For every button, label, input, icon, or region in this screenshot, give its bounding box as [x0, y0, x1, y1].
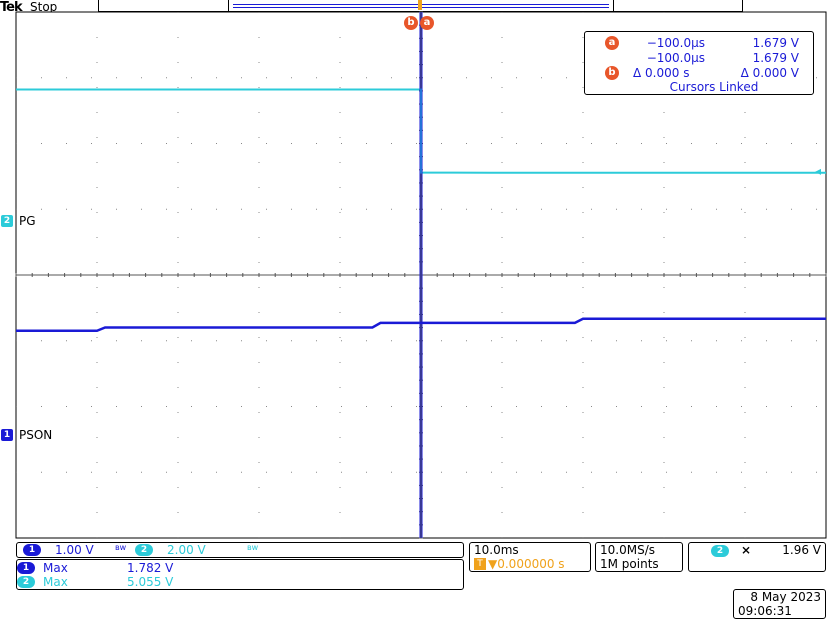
timebase-panel[interactable]: 10.0ms T ▼0.000000 s	[469, 542, 591, 572]
ch1-scale: 1.00 V	[55, 543, 94, 557]
sample-rate: 10.0MS/s	[600, 543, 655, 557]
ch2-scale: 2.00 V	[167, 543, 206, 557]
ch2-measure-label: Max	[43, 575, 68, 589]
trigger-position-icon: T	[474, 558, 486, 570]
trigger-position-value: ▼0.000000 s	[488, 557, 565, 571]
cursor-readout-panel: a −100.0µs 1.679 V −100.0µs 1.679 V b Δ …	[584, 31, 814, 95]
ch2-ground-marker[interactable]: 2	[1, 215, 13, 227]
cursor-b-value: 1.679 V	[752, 51, 799, 65]
channel-scale-bar[interactable]: 1 1.00 V ʙᴡ 2 2.00 V ʙᴡ	[16, 542, 464, 558]
cursor-a-badge[interactable]: a	[420, 16, 434, 30]
cursor-b-badge[interactable]: b	[404, 16, 418, 30]
record-length: 1M points	[600, 557, 659, 571]
acquisition-panel[interactable]: 10.0MS/s 1M points	[595, 542, 683, 572]
cursor-b-time: −100.0µs	[646, 51, 705, 65]
time: 09:06:31	[738, 604, 792, 618]
ch1-pill: 1	[17, 562, 35, 574]
trigger-slope-icon: ⨯	[741, 543, 752, 557]
cursor-status: Cursors Linked	[669, 80, 759, 94]
trigger-source-pill: 2	[711, 545, 729, 557]
trigger-position-marker	[418, 0, 422, 10]
cursor-a-icon: a	[605, 36, 619, 50]
bandwidth-limit-icon: ʙᴡ	[247, 543, 259, 552]
ch1-ground-marker[interactable]: 1	[1, 429, 13, 441]
cursor-a-value: 1.679 V	[752, 36, 799, 50]
ch2-measure-value: 5.055 V	[127, 575, 174, 589]
cursor-b-icon: b	[605, 66, 619, 80]
ch2-pill: 2	[135, 544, 153, 556]
bandwidth-limit-icon: ʙᴡ	[115, 543, 127, 552]
ch1-label: PSON	[19, 428, 53, 442]
trigger-level: 1.96 V	[782, 543, 821, 557]
ch2-pill: 2	[17, 576, 35, 588]
trigger-level-arrow-icon: ◂	[815, 164, 822, 178]
ch2-label: PG	[19, 214, 36, 228]
timebase-value: 10.0ms	[474, 543, 519, 557]
date: 8 May 2023	[750, 590, 821, 604]
datetime-panel: 8 May 2023 09:06:31	[733, 589, 826, 619]
ch1-pill: 1	[23, 544, 41, 556]
measurement-panel[interactable]: 1 Max 1.782 V 2 Max 5.055 V	[16, 559, 464, 590]
cursor-a-time: −100.0µs	[646, 36, 705, 50]
cursor-delta-value: Δ 0.000 V	[740, 66, 799, 80]
ch1-measure-value: 1.782 V	[127, 561, 174, 575]
ch1-measure-label: Max	[43, 561, 68, 575]
trigger-panel[interactable]: 2 ⨯ 1.96 V	[688, 542, 826, 572]
